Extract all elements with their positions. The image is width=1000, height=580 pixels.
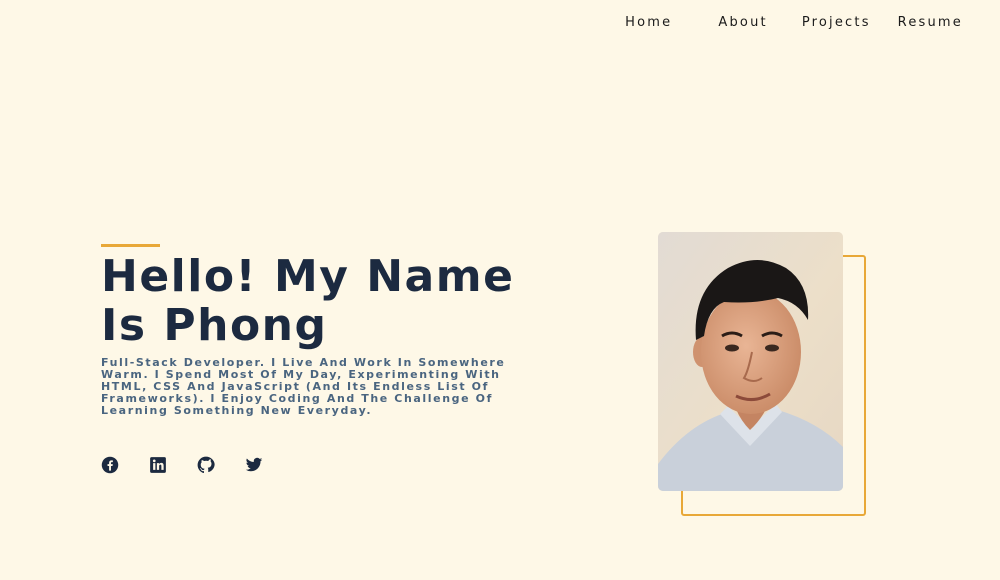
social-links (101, 456, 293, 474)
profile-photo (658, 232, 843, 491)
twitter-icon[interactable] (245, 456, 263, 474)
facebook-icon[interactable] (101, 456, 119, 474)
hero-title-line-1: Hello! My Name (101, 251, 515, 302)
nav-about-link[interactable]: About (718, 15, 767, 30)
hero-title-line-2: Is Phong (101, 300, 328, 351)
nav-projects-link[interactable]: Projects (802, 15, 871, 30)
github-icon[interactable] (197, 456, 215, 474)
title-accent-bar (101, 244, 160, 247)
nav-resume-link[interactable]: Resume (898, 15, 963, 30)
nav-home-link[interactable]: Home (625, 15, 672, 30)
linkedin-icon[interactable] (149, 456, 167, 474)
top-nav: Home About Projects Resume (625, 15, 963, 30)
hero-description: Full-Stack Developer. I Live And Work In… (101, 356, 506, 417)
hero-title: Hello! My Name Is Phong (101, 252, 561, 350)
